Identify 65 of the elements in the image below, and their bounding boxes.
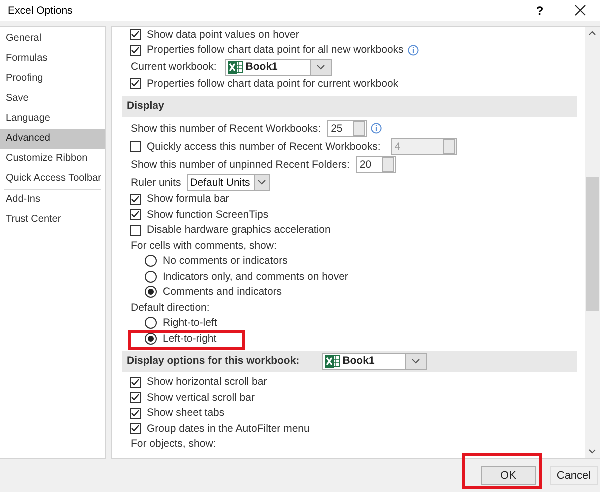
option-label: Properties follow chart data point for all new workbooks: [147, 44, 404, 56]
field-label: Show this number of Recent Workbooks:: [131, 122, 322, 134]
option-label: No comments or indicators: [163, 255, 288, 268]
sidebar-item[interactable]: Save: [0, 89, 105, 109]
option-label: Indicators only, and comments on hover: [163, 270, 348, 283]
group-label: For cells with comments, show:: [131, 240, 277, 252]
radio-button[interactable]: [145, 255, 157, 268]
field-label: Show this number of unpinned Recent Folders:: [131, 158, 350, 170]
sidebar-item[interactable]: Proofing: [0, 69, 105, 89]
option-label: Properties follow chart data point for current workbook: [147, 78, 399, 90]
workbook-dropdown[interactable]: Book1: [322, 352, 427, 370]
option-label: Show sheet tabs: [147, 407, 225, 420]
option-label: Show horizontal scroll bar: [147, 376, 268, 388]
units-dropdown[interactable]: Default Units: [187, 174, 270, 191]
group-label: Default direction:: [131, 302, 210, 314]
option-label: Quickly access this number of Recent Workbooks:: [147, 140, 381, 152]
info-icon[interactable]: [371, 123, 382, 134]
option-label: Right-to-left: [163, 317, 218, 330]
field-label: Ruler units: [131, 176, 182, 188]
checkbox[interactable]: [130, 78, 141, 90]
checkbox[interactable]: [130, 224, 141, 236]
option-label: Show data point values on hover: [147, 28, 300, 41]
spreadsheet-icon: [324, 354, 340, 368]
cancel-button[interactable]: Cancel: [550, 466, 598, 485]
group-label: For objects, show:: [131, 438, 216, 450]
sidebar-item[interactable]: Language: [0, 109, 105, 129]
info-icon[interactable]: [408, 44, 419, 56]
checkbox[interactable]: [130, 194, 141, 205]
sidebar-item[interactable]: Advanced: [0, 129, 105, 149]
spreadsheet-icon: [228, 60, 243, 74]
ok-button[interactable]: OK: [481, 466, 536, 485]
checkbox[interactable]: [130, 423, 141, 434]
section-header: Display options for this workbook:: [127, 355, 300, 367]
radio-button[interactable]: [145, 270, 157, 283]
help-button[interactable]: ?: [520, 4, 560, 18]
option-label: Show function ScreenTips: [147, 208, 269, 221]
option-label: Disable hardware graphics acceleration: [147, 224, 331, 236]
number-spinner[interactable]: 25: [327, 120, 368, 137]
checkbox[interactable]: [130, 376, 141, 388]
field-label: Current workbook:: [131, 61, 217, 73]
checkbox[interactable]: [130, 44, 141, 56]
sidebar-item[interactable]: Add-Ins: [0, 190, 105, 210]
sidebar-item[interactable]: Customize Ribbon: [0, 149, 105, 169]
option-label: Show vertical scroll bar: [147, 392, 255, 404]
vertical-scrollbar[interactable]: [585, 27, 600, 458]
sidebar-item[interactable]: Trust Center: [0, 210, 105, 230]
checkbox[interactable]: [130, 408, 141, 419]
close-icon[interactable]: [574, 5, 586, 16]
window-title: Excel Options: [8, 4, 74, 16]
option-label: Show formula bar: [147, 193, 230, 206]
option-label: Group dates in the AutoFilter menu: [147, 422, 310, 435]
checkbox[interactable]: [130, 209, 141, 220]
checkbox[interactable]: [130, 29, 141, 40]
workbook-dropdown[interactable]: Book1: [224, 58, 332, 76]
radio-button[interactable]: [145, 286, 157, 298]
section-header: Display: [122, 96, 577, 116]
sidebar-item[interactable]: Formulas: [0, 49, 105, 69]
option-label: Left-to-right: [163, 332, 217, 345]
option-label: Comments and indicators: [163, 286, 282, 298]
radio-button[interactable]: [145, 332, 157, 345]
sidebar-item[interactable]: General: [0, 29, 105, 49]
number-spinner[interactable]: 20: [356, 156, 396, 173]
sidebar-item[interactable]: Quick Access Toolbar: [0, 169, 105, 189]
radio-button[interactable]: [145, 317, 157, 330]
checkbox[interactable]: [130, 392, 141, 404]
